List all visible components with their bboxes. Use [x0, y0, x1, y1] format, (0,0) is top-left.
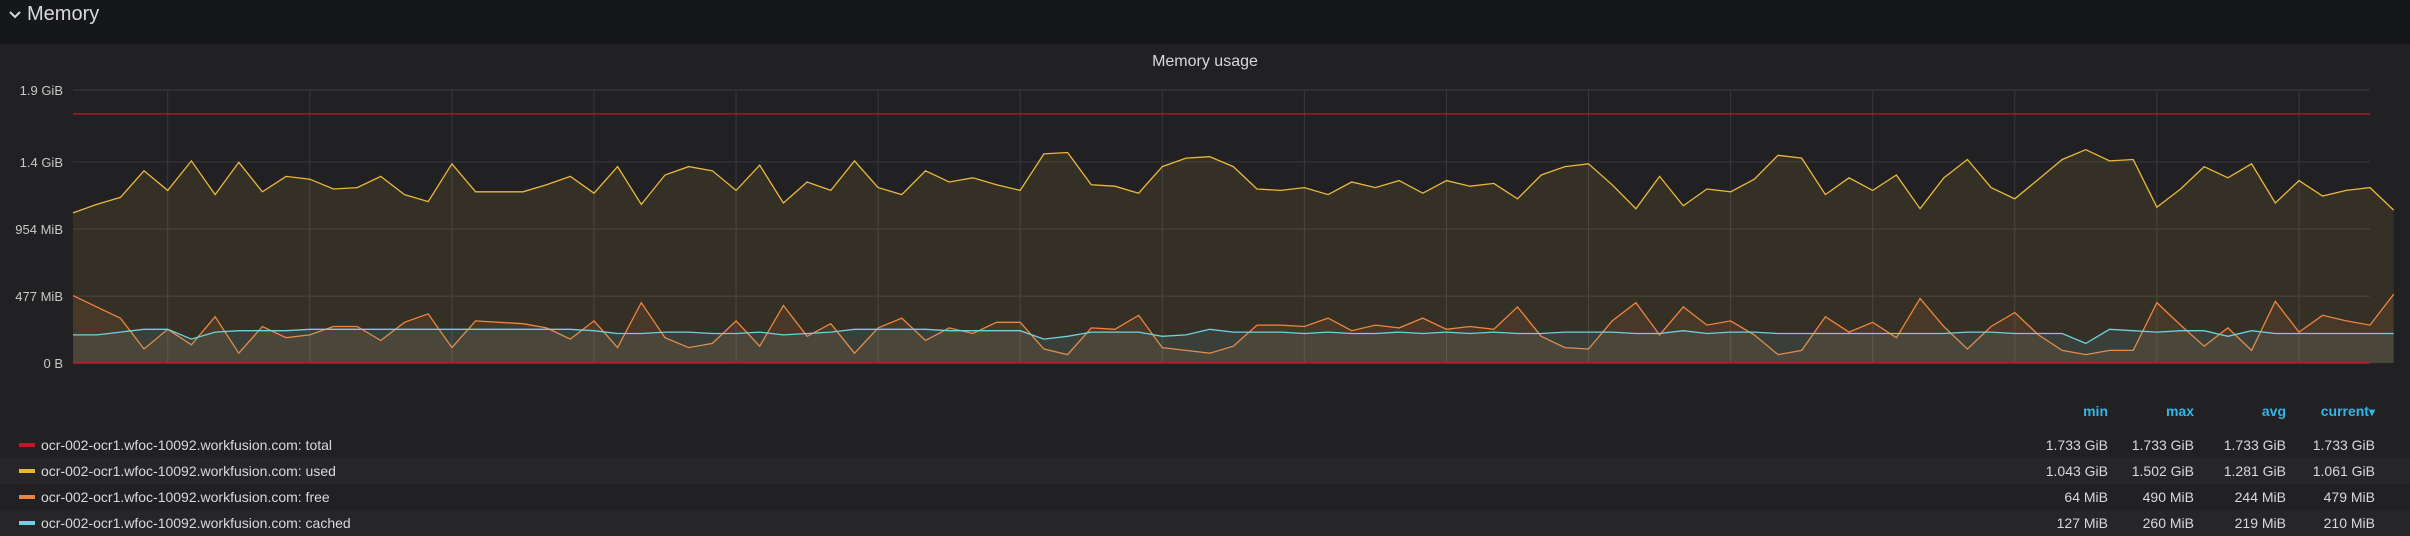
- legend-value-current: 1.733 GiB: [2312, 437, 2375, 453]
- legend-row[interactable]: ocr-002-ocr1.wfoc-10092.workfusion.com: …: [0, 484, 2410, 510]
- legend-value-max: 1.502 GiB: [2131, 463, 2194, 479]
- legend-value-max: 490 MiB: [2142, 489, 2194, 505]
- legend-col-min[interactable]: min: [2028, 403, 2108, 419]
- chevron-down-icon[interactable]: [6, 6, 24, 24]
- legend-swatch[interactable]: [19, 521, 35, 525]
- legend-series-name[interactable]: ocr-002-ocr1.wfoc-10092.workfusion.com: …: [41, 514, 351, 532]
- row-header[interactable]: Memory: [0, 0, 2410, 40]
- y-tick-label: 1.9 GiB: [20, 83, 63, 98]
- x-tick-label: 14:39: [1004, 372, 1037, 374]
- legend-value-current: 210 MiB: [2323, 515, 2375, 531]
- legend-col-current-label: current: [2320, 403, 2369, 419]
- x-tick-label: 14:46: [1999, 372, 2032, 374]
- legend-value-max: 1.733 GiB: [2131, 437, 2194, 453]
- y-tick-label: 0 B: [43, 356, 63, 371]
- legend-value-avg: 1.281 GiB: [2223, 463, 2286, 479]
- legend-value-current: 1.061 GiB: [2312, 463, 2375, 479]
- legend-series-name[interactable]: ocr-002-ocr1.wfoc-10092.workfusion.com: …: [41, 436, 332, 454]
- legend-value-avg: 219 MiB: [2234, 515, 2286, 531]
- x-tick-label: 14:37: [720, 372, 753, 374]
- legend-col-max[interactable]: max: [2114, 403, 2194, 419]
- legend-swatch[interactable]: [19, 443, 35, 447]
- memory-usage-chart[interactable]: 0 B 477 MiB 954 MiB 1.4 GiB 1.9 GiB 14:33 14:3…: [0, 44, 2410, 374]
- series-area: [73, 329, 2394, 363]
- legend-value-min: 1.043 GiB: [2045, 463, 2108, 479]
- legend-value-avg: 1.733 GiB: [2223, 437, 2286, 453]
- legend-value-min: 64 MiB: [2064, 489, 2108, 505]
- row-title[interactable]: Memory: [27, 1, 99, 27]
- legend-row[interactable]: ocr-002-ocr1.wfoc-10092.workfusion.com: …: [0, 432, 2410, 458]
- legend-value-avg: 244 MiB: [2234, 489, 2286, 505]
- legend-col-current[interactable]: current▾: [2295, 403, 2375, 419]
- legend-value-min: 1.733 GiB: [2045, 437, 2108, 453]
- legend-value-min: 127 MiB: [2056, 515, 2108, 531]
- x-tick-label: 14:48: [2283, 372, 2316, 374]
- x-tick-label: 14:40: [1146, 372, 1179, 374]
- x-tick-label: 14:44: [1714, 372, 1747, 374]
- y-tick-label: 1.4 GiB: [20, 155, 63, 170]
- legend-value-max: 260 MiB: [2142, 515, 2194, 531]
- legend-series-name[interactable]: ocr-002-ocr1.wfoc-10092.workfusion.com: …: [41, 488, 330, 506]
- legend-series-name[interactable]: ocr-002-ocr1.wfoc-10092.workfusion.com: …: [41, 462, 336, 480]
- x-tick-label: 14:41: [1288, 372, 1321, 374]
- legend-value-current: 479 MiB: [2323, 489, 2375, 505]
- legend-row[interactable]: ocr-002-ocr1.wfoc-10092.workfusion.com: …: [0, 510, 2410, 536]
- x-tick-label: 14:34: [294, 372, 327, 374]
- sort-desc-icon: ▾: [2368, 405, 2375, 419]
- y-tick-label: 954 MiB: [15, 222, 63, 237]
- x-tick-label: 14:45: [1856, 372, 1889, 374]
- legend-swatch[interactable]: [19, 495, 35, 499]
- memory-usage-panel: Memory usage 0 B 477 MiB 954 MiB 1.4 GiB 1.9…: [0, 44, 2410, 536]
- x-tick-label: 14:36: [578, 372, 611, 374]
- x-tick-label: 14:43: [1572, 372, 1605, 374]
- x-tick-label: 14:33: [151, 372, 184, 374]
- x-tick-label: 14:38: [862, 372, 895, 374]
- legend-col-avg[interactable]: avg: [2206, 403, 2286, 419]
- legend-row[interactable]: ocr-002-ocr1.wfoc-10092.workfusion.com: …: [0, 458, 2410, 484]
- x-tick-label: 14:42: [1430, 372, 1463, 374]
- legend-swatch[interactable]: [19, 469, 35, 473]
- x-tick-label: 14:47: [2141, 372, 2174, 374]
- y-tick-label: 477 MiB: [15, 289, 63, 304]
- x-tick-label: 14:35: [436, 372, 469, 374]
